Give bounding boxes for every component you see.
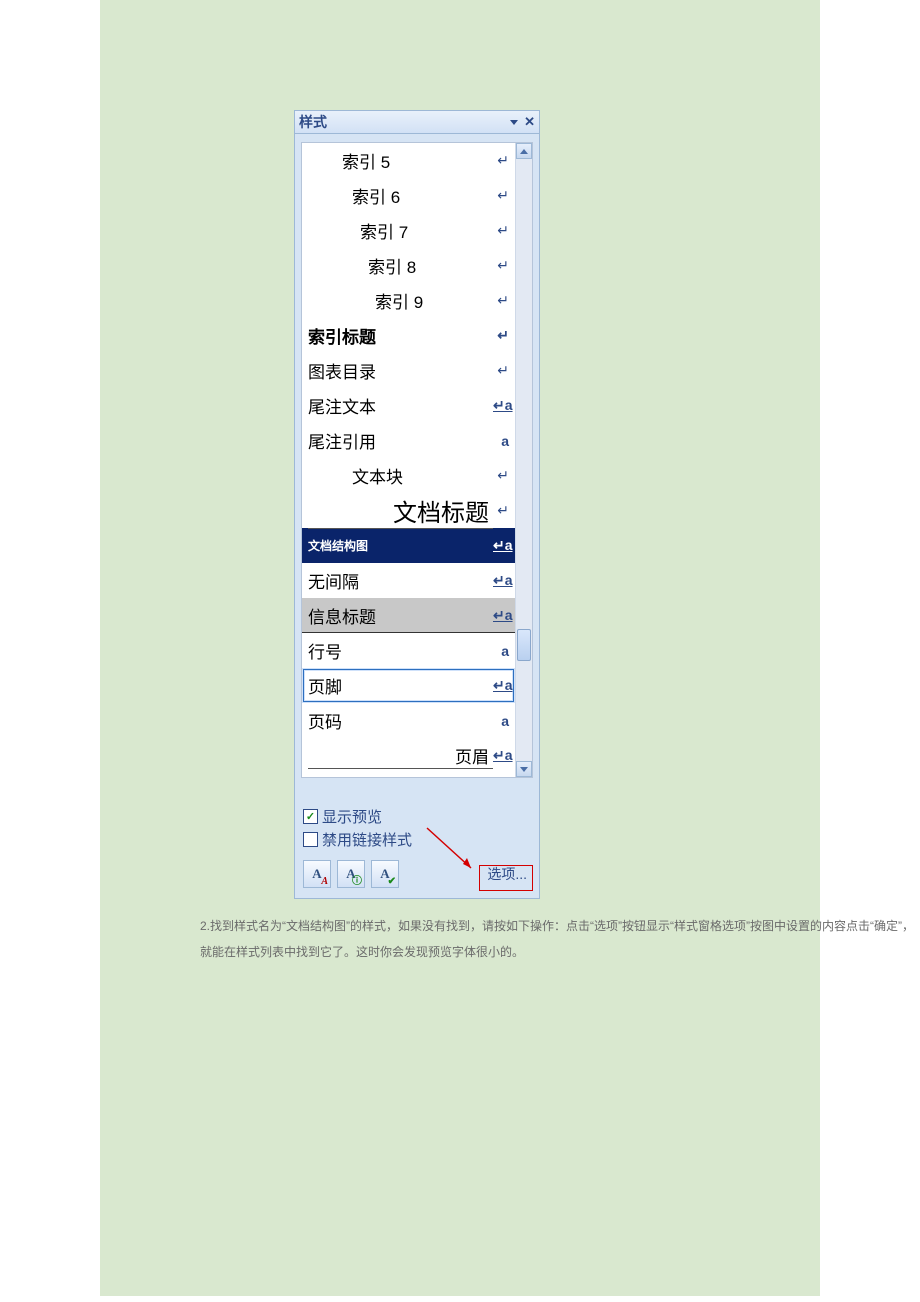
panel-dropdown-icon[interactable] <box>510 120 518 125</box>
options-button[interactable]: 选项... <box>483 862 531 886</box>
style-item[interactable]: 索引 6↵ <box>302 178 515 213</box>
style-label: 尾注引用 <box>308 428 493 453</box>
styles-panel: 样式 ✕ 索引 5↵索引 6↵索引 7↵索引 8↵索引 9↵索引标题↵图表目录↵… <box>294 110 540 899</box>
style-inspector-button[interactable]: A ⓘ <box>337 860 365 888</box>
style-item[interactable]: 尾注文本↵a <box>302 388 515 423</box>
paragraph-mark-icon: ↵ <box>493 222 509 239</box>
style-label: 文档结构图 <box>308 537 493 554</box>
style-item[interactable]: 索引 5↵ <box>302 143 515 178</box>
style-label: 索引 6 <box>352 183 493 208</box>
style-item[interactable]: 索引 7↵ <box>302 213 515 248</box>
style-item[interactable]: 页脚↵a <box>302 668 515 703</box>
paragraph-mark-icon: ↵ <box>493 467 509 484</box>
linked-style-icon: ↵a <box>493 747 509 764</box>
style-item[interactable]: 索引 9↵ <box>302 283 515 318</box>
style-item[interactable]: 索引标题↵ <box>302 318 515 353</box>
new-style-button[interactable]: A A <box>303 860 331 888</box>
character-style-icon: a <box>493 643 509 659</box>
paragraph-mark-icon: ↵ <box>493 152 509 169</box>
scrollbar[interactable] <box>515 143 532 777</box>
style-label: 文档标题 <box>308 493 493 529</box>
scroll-thumb[interactable] <box>517 629 531 661</box>
style-label: 行号 <box>308 638 493 663</box>
linked-style-icon: ↵a <box>493 607 509 624</box>
style-label: 索引 9 <box>375 288 493 313</box>
instruction-text: 2.找到样式名为“文档结构图”的样式，如果没有找到，请按如下操作：点击“选项”按… <box>200 913 920 966</box>
style-label: 索引标题 <box>308 323 493 348</box>
show-preview-label: 显示预览 <box>322 806 382 827</box>
style-label: 无间隔 <box>308 568 493 593</box>
style-item[interactable]: 信息标题↵a <box>302 598 515 633</box>
checkbox-icon: ✓ <box>303 809 318 824</box>
paragraph-mark-icon: ↵ <box>493 187 509 204</box>
manage-styles-button[interactable]: A ✔ <box>371 860 399 888</box>
style-item[interactable]: 文档标题↵ <box>302 493 515 528</box>
linked-style-icon: ↵a <box>493 677 509 694</box>
chevron-up-icon <box>520 149 528 154</box>
paragraph-mark-icon: ↵ <box>493 502 509 519</box>
linked-style-icon: ↵a <box>493 537 509 554</box>
style-label: 页眉 <box>308 743 493 769</box>
style-item[interactable]: 尾注引用a <box>302 423 515 458</box>
paragraph-mark-icon: ↵ <box>493 327 509 344</box>
checkbox-icon <box>303 832 318 847</box>
style-item[interactable]: 无间隔↵a <box>302 563 515 598</box>
style-label: 索引 5 <box>342 148 493 173</box>
style-list: 索引 5↵索引 6↵索引 7↵索引 8↵索引 9↵索引标题↵图表目录↵尾注文本↵… <box>301 142 533 778</box>
style-label: 文本块 <box>352 463 493 488</box>
style-item[interactable]: 文本块↵ <box>302 458 515 493</box>
magnifier-icon: ⓘ <box>352 872 362 887</box>
style-item[interactable]: 行号a <box>302 633 515 668</box>
chevron-down-icon <box>520 767 528 772</box>
scroll-up-button[interactable] <box>516 143 532 159</box>
scroll-down-button[interactable] <box>516 761 532 777</box>
style-label: 索引 8 <box>368 253 493 278</box>
style-item[interactable]: 页码a <box>302 703 515 738</box>
scroll-track[interactable] <box>516 159 532 761</box>
style-label: 信息标题 <box>308 603 493 628</box>
linked-style-icon: ↵a <box>493 572 509 589</box>
style-label: 页脚 <box>308 673 493 698</box>
style-label: 索引 7 <box>360 218 493 243</box>
paragraph-mark-icon: ↵ <box>493 292 509 309</box>
paragraph-mark-icon: ↵ <box>493 257 509 274</box>
style-label: 图表目录 <box>308 358 493 383</box>
disable-linked-label: 禁用链接样式 <box>322 829 412 850</box>
character-style-icon: a <box>493 433 509 449</box>
style-item[interactable]: 索引 8↵ <box>302 248 515 283</box>
style-item[interactable]: 图表目录↵ <box>302 353 515 388</box>
style-item[interactable]: 页眉↵a <box>302 738 515 773</box>
show-preview-checkbox[interactable]: ✓ 显示预览 <box>303 806 531 827</box>
disable-linked-styles-checkbox[interactable]: 禁用链接样式 <box>303 829 531 850</box>
close-icon[interactable]: ✕ <box>524 114 535 130</box>
check-icon: ✔ <box>388 876 396 887</box>
subscript-a-icon: A <box>321 876 328 887</box>
character-style-icon: a <box>493 713 509 729</box>
style-item[interactable]: 文档结构图↵a <box>302 528 515 563</box>
linked-style-icon: ↵a <box>493 397 509 414</box>
panel-footer: ✓ 显示预览 禁用链接样式 A A A ⓘ <box>295 778 539 898</box>
paragraph-mark-icon: ↵ <box>493 362 509 379</box>
panel-title: 样式 <box>299 112 510 132</box>
style-label: 尾注文本 <box>308 393 493 418</box>
style-label: 页码 <box>308 708 493 733</box>
panel-header: 样式 ✕ <box>295 111 539 134</box>
